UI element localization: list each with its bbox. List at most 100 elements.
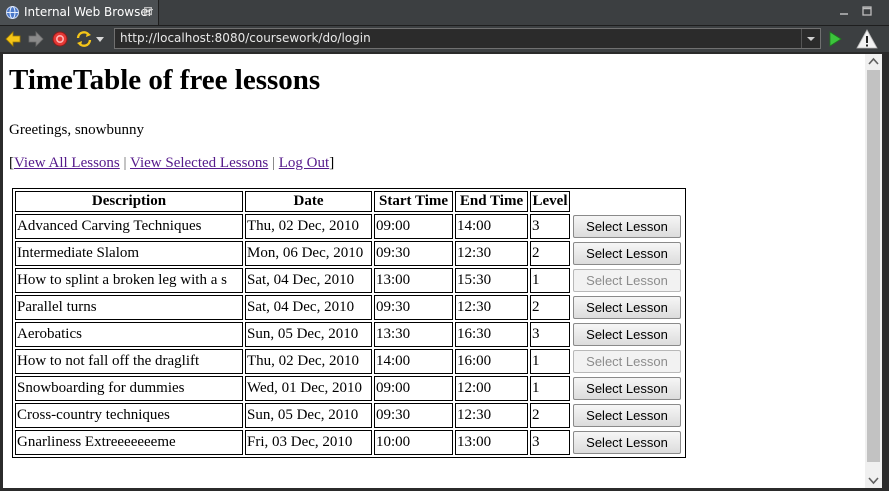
end-time-cell: 12:00 <box>455 376 528 401</box>
select-lesson-button: Select Lesson <box>573 269 681 292</box>
description-cell: How to not fall off the draglift <box>15 349 243 374</box>
minimize-icon[interactable] <box>838 5 850 17</box>
level-cell: 1 <box>530 376 570 401</box>
level-cell: 3 <box>530 430 570 455</box>
start-time-cell: 10:00 <box>374 430 453 455</box>
date-cell: Mon, 06 Dec, 2010 <box>245 241 372 266</box>
date-cell: Sat, 04 Dec, 2010 <box>245 295 372 320</box>
browser-tab[interactable]: Internal Web Browser ⊠ <box>0 0 159 25</box>
description-cell: Aerobatics <box>15 322 243 347</box>
start-time-cell: 09:00 <box>374 376 453 401</box>
select-lesson-button[interactable]: Select Lesson <box>573 323 681 346</box>
table-row: Advanced Carving Techniques Thu, 02 Dec, … <box>15 214 683 239</box>
start-time-cell: 09:00 <box>374 214 453 239</box>
end-time-cell: 12:30 <box>455 241 528 266</box>
end-time-cell: 13:00 <box>455 430 528 455</box>
logout-link[interactable]: Log Out <box>279 155 329 171</box>
table-row: How to splint a broken leg with a s Sat, … <box>15 268 683 293</box>
page-title: TimeTable of free lessons <box>9 64 321 96</box>
select-lesson-button[interactable]: Select Lesson <box>573 377 681 400</box>
chevron-down-icon[interactable] <box>94 30 106 48</box>
tab-bar: Internal Web Browser ⊠ <box>0 0 889 26</box>
start-time-cell: 09:30 <box>374 403 453 428</box>
end-time-cell: 12:30 <box>455 295 528 320</box>
table-header-row: Description Date Start Time End Time Lev… <box>15 191 683 212</box>
date-cell: Sun, 05 Dec, 2010 <box>245 322 372 347</box>
description-cell: How to splint a broken leg with a s <box>15 268 243 293</box>
header-description: Description <box>15 191 243 212</box>
end-time-cell: 15:30 <box>455 268 528 293</box>
warning-icon[interactable] <box>856 29 878 49</box>
level-cell: 3 <box>530 322 570 347</box>
select-lesson-button[interactable]: Select Lesson <box>573 296 681 319</box>
date-cell: Sun, 05 Dec, 2010 <box>245 403 372 428</box>
start-time-cell: 13:00 <box>374 268 453 293</box>
level-cell: 2 <box>530 241 570 266</box>
lessons-table-body: Advanced Carving Techniques Thu, 02 Dec, … <box>15 214 683 455</box>
maximize-icon[interactable] <box>861 5 873 17</box>
greeting-text: Greetings, snowbunny <box>9 122 144 138</box>
action-cell: Select Lesson <box>572 376 683 401</box>
action-cell: Select Lesson <box>572 349 683 374</box>
select-lesson-button[interactable]: Select Lesson <box>573 431 681 454</box>
view-selected-lessons-link[interactable]: View Selected Lessons <box>130 155 268 171</box>
stop-icon[interactable] <box>51 30 69 48</box>
level-cell: 2 <box>530 403 570 428</box>
url-input[interactable] <box>115 29 800 48</box>
date-cell: Thu, 02 Dec, 2010 <box>245 349 372 374</box>
table-row: Intermediate Slalom Mon, 06 Dec, 2010 09:3… <box>15 241 683 266</box>
nav-links: [View All Lessons | View Selected Lesson… <box>9 155 334 172</box>
close-tab-icon[interactable]: ⊠ <box>143 4 153 18</box>
back-icon[interactable] <box>4 30 22 48</box>
description-cell: Cross-country techniques <box>15 403 243 428</box>
description-cell: Gnarliness Extreeeeeeeme <box>15 430 243 455</box>
action-cell: Select Lesson <box>572 268 683 293</box>
go-icon[interactable] <box>826 30 844 48</box>
scrollbar-thumb[interactable] <box>867 70 880 462</box>
scroll-down-icon[interactable] <box>865 472 882 488</box>
nav-separator: | <box>272 155 276 171</box>
start-time-cell: 13:30 <box>374 322 453 347</box>
date-cell: Wed, 01 Dec, 2010 <box>245 376 372 401</box>
header-start-time: Start Time <box>374 191 453 212</box>
action-cell: Select Lesson <box>572 403 683 428</box>
forward-icon[interactable] <box>27 30 45 48</box>
table-row: Gnarliness Extreeeeeeeme Fri, 03 Dec, 201… <box>15 430 683 455</box>
table-row: Aerobatics Sun, 05 Dec, 2010 13:30 16:30 3 Se… <box>15 322 683 347</box>
browser-toolbar <box>0 26 889 53</box>
url-history-chevron-icon[interactable] <box>801 29 820 48</box>
end-time-cell: 12:30 <box>455 403 528 428</box>
date-cell: Thu, 02 Dec, 2010 <box>245 214 372 239</box>
action-cell: Select Lesson <box>572 295 683 320</box>
vertical-scrollbar[interactable] <box>865 54 882 488</box>
refresh-icon[interactable] <box>75 30 93 48</box>
view-all-lessons-link[interactable]: View All Lessons <box>14 155 120 171</box>
description-cell: Parallel turns <box>15 295 243 320</box>
start-time-cell: 09:30 <box>374 295 453 320</box>
scroll-up-icon[interactable] <box>865 54 882 70</box>
table-row: How to not fall off the draglift Thu, 02 … <box>15 349 683 374</box>
description-cell: Snowboarding for dummies <box>15 376 243 401</box>
description-cell: Intermediate Slalom <box>15 241 243 266</box>
level-cell: 1 <box>530 349 570 374</box>
action-cell: Select Lesson <box>572 430 683 455</box>
action-cell: Select Lesson <box>572 214 683 239</box>
header-end-time: End Time <box>455 191 528 212</box>
address-bar[interactable] <box>114 28 821 49</box>
start-time-cell: 14:00 <box>374 349 453 374</box>
date-cell: Fri, 03 Dec, 2010 <box>245 430 372 455</box>
header-date: Date <box>245 191 372 212</box>
level-cell: 3 <box>530 214 570 239</box>
action-cell: Select Lesson <box>572 322 683 347</box>
nav-close-bracket: ] <box>329 155 335 171</box>
table-row: Parallel turns Sat, 04 Dec, 2010 09:30 12:3… <box>15 295 683 320</box>
select-lesson-button[interactable]: Select Lesson <box>573 242 681 265</box>
select-lesson-button[interactable]: Select Lesson <box>573 404 681 427</box>
start-time-cell: 09:30 <box>374 241 453 266</box>
select-lesson-button[interactable]: Select Lesson <box>573 215 681 238</box>
table-row: Snowboarding for dummies Wed, 01 Dec, 201… <box>15 376 683 401</box>
tab-title: Internal Web Browser <box>24 5 153 19</box>
header-level: Level <box>530 191 570 212</box>
lessons-table: Description Date Start Time End Time Lev… <box>12 188 686 458</box>
page-viewport: TimeTable of free lessons Greetings, sno… <box>3 54 865 488</box>
